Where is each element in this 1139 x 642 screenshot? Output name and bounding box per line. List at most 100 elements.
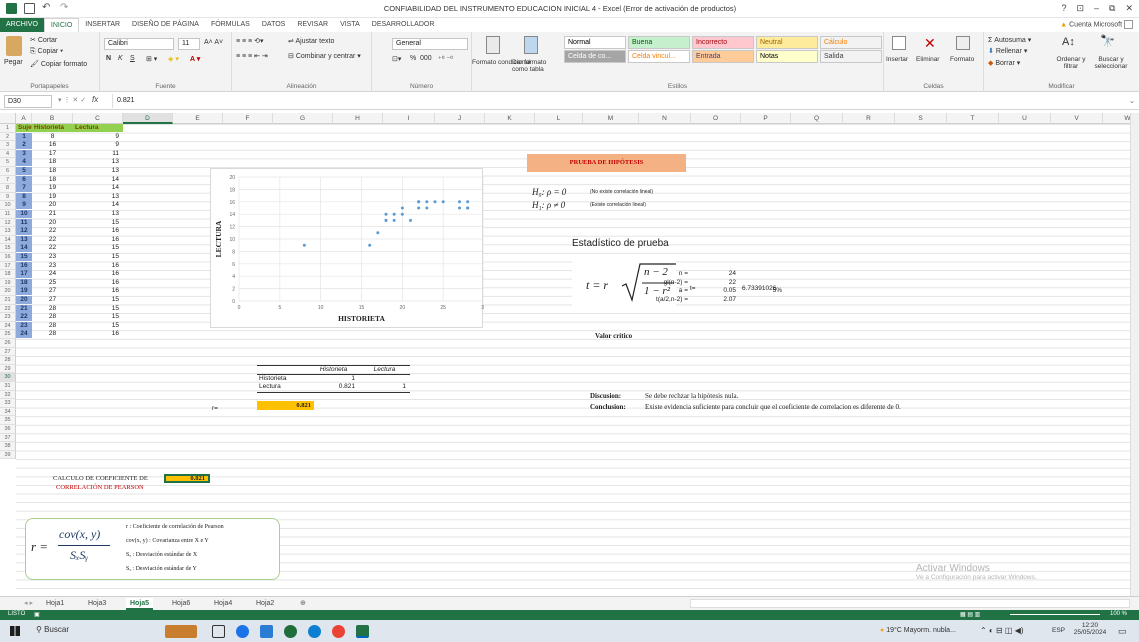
language-indicator[interactable]: ESP — [1052, 627, 1065, 634]
row-header[interactable]: 35 — [0, 416, 16, 425]
system-tray-icons[interactable]: ⌃ ◐ ⊟ ◫ ◀) — [980, 626, 1024, 635]
table-cell-historieta[interactable]: 23 — [32, 262, 73, 270]
sheet-tab[interactable]: Hoja6 — [168, 598, 194, 610]
table-cell-lectura[interactable]: 9 — [73, 141, 119, 149]
tab-inicio[interactable]: INICIO — [43, 18, 80, 32]
table-cell-historieta[interactable]: 22 — [32, 236, 73, 244]
critical-value[interactable]: 24 — [690, 270, 736, 278]
data-point[interactable] — [400, 212, 404, 216]
name-box[interactable]: D30 — [4, 95, 52, 108]
row-header[interactable]: 24 — [0, 321, 16, 331]
data-point[interactable] — [368, 243, 372, 247]
table-row-id[interactable]: 20 — [16, 296, 32, 304]
thousands-button[interactable]: 000 — [420, 55, 432, 62]
add-sheet-icon[interactable]: ⊕ — [296, 598, 310, 610]
table-cell-historieta[interactable]: 24 — [32, 270, 73, 278]
row-header[interactable]: 5 — [0, 158, 16, 167]
expand-formula-icon[interactable]: ⌄ — [1129, 97, 1135, 105]
corr-table-cell[interactable] — [361, 375, 406, 383]
corr-table-cell[interactable]: 1 — [310, 375, 355, 383]
table-cell-historieta[interactable]: 18 — [32, 158, 73, 166]
table-row-id[interactable]: 14 — [16, 244, 32, 253]
row-header[interactable]: 7 — [0, 175, 16, 185]
redo-icon[interactable]: ↷ — [60, 3, 71, 14]
currency-icon[interactable]: ⊡▾ — [392, 55, 401, 63]
table-row-id[interactable]: 17 — [16, 270, 32, 279]
table-cell-historieta[interactable]: 25 — [32, 279, 73, 287]
column-header[interactable]: H — [333, 113, 383, 124]
data-point[interactable] — [466, 200, 470, 204]
chrome-icon[interactable] — [236, 625, 249, 638]
table-cell-historieta[interactable]: 8 — [32, 133, 73, 141]
cell-style-option[interactable]: Notas — [756, 50, 818, 63]
corr-table-cell[interactable]: 0.821 — [310, 383, 355, 391]
row-header[interactable]: 13 — [0, 227, 16, 236]
vertical-scrollbar[interactable] — [1130, 113, 1139, 596]
table-header[interactable]: Sujeto — [16, 124, 38, 132]
table-row-id[interactable]: 19 — [16, 287, 32, 296]
data-point[interactable] — [417, 206, 421, 210]
row-header[interactable]: 23 — [0, 313, 16, 322]
data-point[interactable] — [376, 231, 380, 235]
row-header[interactable]: 15 — [0, 244, 16, 253]
row-header[interactable]: 27 — [0, 347, 16, 357]
wrap-text-button[interactable]: ⇌ Ajustar texto — [288, 37, 334, 45]
paste-button[interactable]: Pegar — [4, 59, 23, 66]
merge-center-button[interactable]: ⊟ Combinar y centrar ▾ — [288, 52, 361, 60]
table-row-id[interactable]: 10 — [16, 210, 32, 218]
tab-vista[interactable]: VISTA — [334, 18, 366, 32]
row-header[interactable]: 37 — [0, 433, 16, 443]
sheet-tab[interactable]: Hoja3 — [84, 598, 110, 610]
table-cell-lectura[interactable]: 14 — [73, 184, 119, 192]
row-header[interactable]: 34 — [0, 407, 16, 417]
underline-button[interactable]: S — [130, 55, 135, 62]
table-cell-historieta[interactable]: 18 — [32, 176, 73, 184]
table-cell-lectura[interactable]: 16 — [73, 236, 119, 244]
data-point[interactable] — [392, 218, 396, 222]
table-cell-lectura[interactable]: 15 — [73, 296, 119, 304]
column-header[interactable]: R — [843, 113, 895, 124]
row-header[interactable]: 9 — [0, 192, 16, 202]
table-row-id[interactable]: 4 — [16, 158, 32, 167]
zoom-slider[interactable] — [1010, 614, 1100, 615]
format-cells-button[interactable]: Formato — [950, 56, 974, 63]
column-header[interactable]: B — [32, 113, 73, 124]
find-select-button[interactable]: Buscar y seleccionar — [1092, 56, 1130, 70]
data-point[interactable] — [302, 243, 306, 247]
data-point[interactable] — [441, 200, 445, 204]
data-point[interactable] — [384, 218, 388, 222]
table-row-id[interactable]: 11 — [16, 218, 32, 227]
critical-value[interactable]: 2.07 — [690, 296, 736, 304]
data-point[interactable] — [425, 200, 429, 204]
horizontal-scrollbar[interactable] — [690, 599, 1130, 608]
data-point[interactable] — [400, 206, 404, 210]
row-header[interactable]: 16 — [0, 253, 16, 262]
cell-style-option[interactable]: Normal — [564, 36, 626, 49]
italic-button[interactable]: K — [118, 55, 123, 62]
table-cell-lectura[interactable]: 15 — [73, 305, 119, 313]
cell-style-option[interactable]: Celda de co... — [564, 50, 626, 63]
column-header[interactable]: I — [383, 113, 435, 124]
column-header[interactable]: U — [999, 113, 1051, 124]
insert-function-icon[interactable]: fx — [92, 95, 98, 104]
corr-table-cell[interactable]: Lectura — [259, 383, 304, 391]
taskbar-search[interactable]: ⚲ Buscar — [36, 625, 69, 634]
calc-value-cell[interactable]: 0.821 — [164, 474, 210, 483]
critical-extra[interactable] — [740, 270, 782, 278]
table-cell-historieta[interactable]: 20 — [32, 201, 73, 209]
row-header[interactable]: 38 — [0, 442, 16, 451]
tab-revisar[interactable]: REVISAR — [291, 18, 334, 32]
font-size-select[interactable]: 11 — [178, 38, 200, 50]
sheet-tab[interactable]: Hoja5 — [126, 598, 154, 610]
percent-button[interactable]: % — [410, 55, 416, 62]
delete-cells-icon[interactable]: ✕ — [924, 36, 938, 50]
table-cell-lectura[interactable]: 15 — [73, 219, 119, 227]
table-cell-lectura[interactable]: 13 — [73, 193, 119, 201]
data-point[interactable] — [409, 218, 412, 222]
table-row-id[interactable]: 3 — [16, 149, 32, 158]
select-all-corner[interactable] — [0, 113, 16, 124]
critical-extra[interactable]: 5% — [740, 287, 782, 295]
edge-icon[interactable] — [308, 625, 321, 638]
minimize-icon[interactable]: – — [1094, 3, 1099, 14]
weather-widget[interactable]: ● 19°C Mayorm. nubla... — [880, 627, 956, 634]
